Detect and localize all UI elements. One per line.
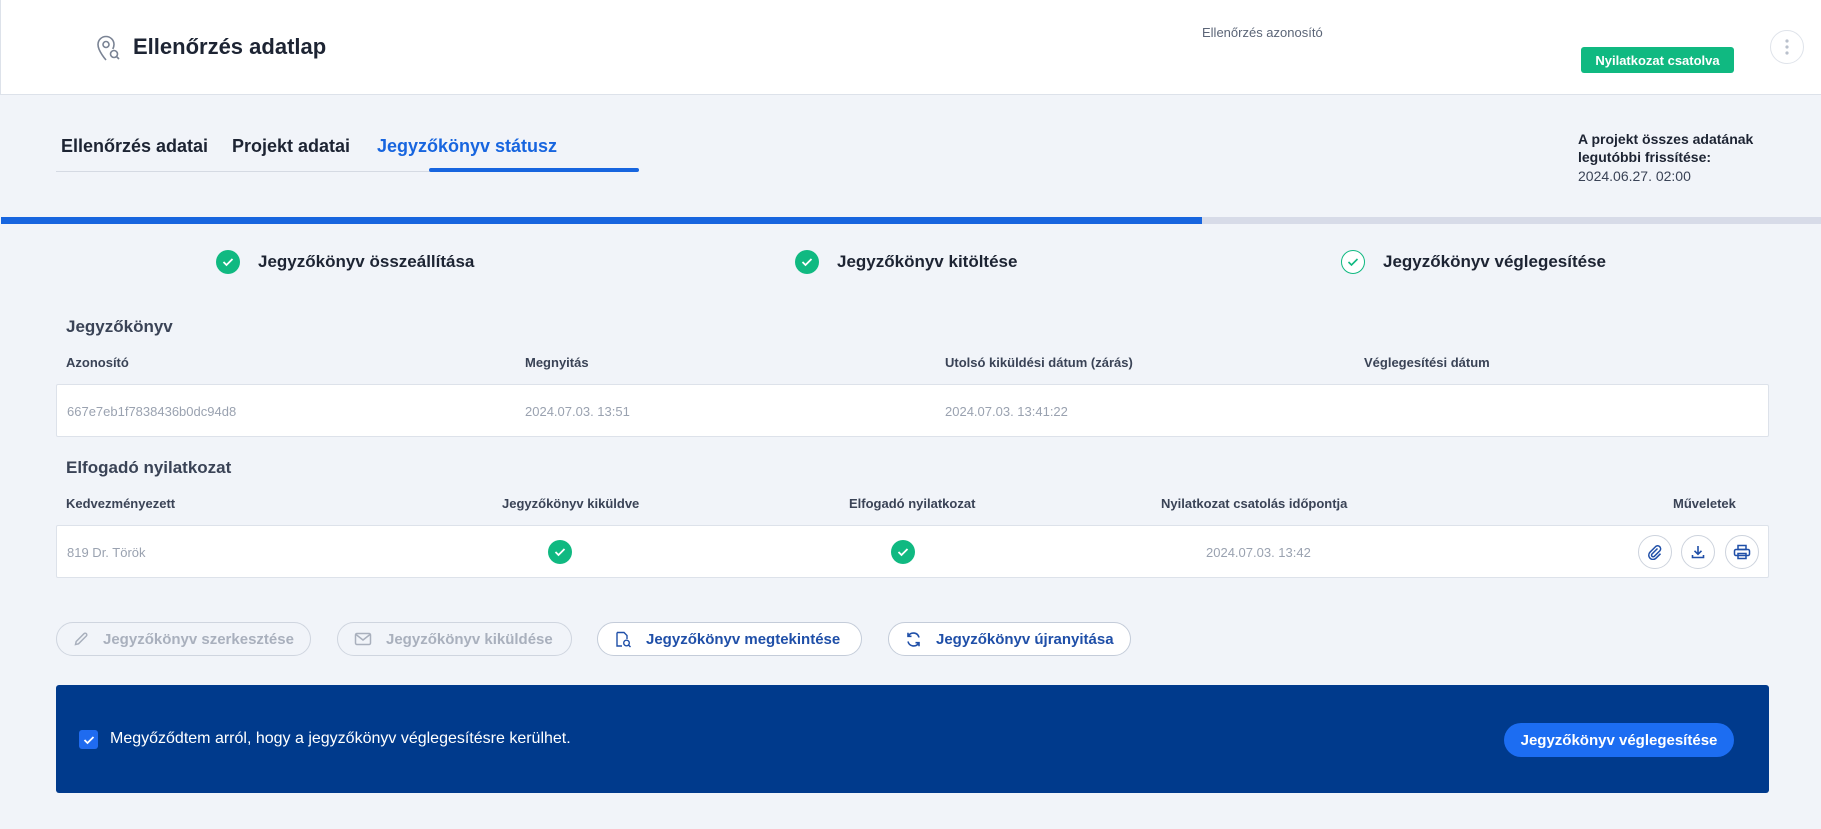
step-label: Jegyzőkönyv kitöltése bbox=[837, 252, 1018, 271]
protocol-section-title: Jegyzőkönyv bbox=[66, 317, 173, 336]
last-refresh-value: 2024.06.27. 02:00 bbox=[1578, 168, 1691, 184]
edit-protocol-label: Jegyzőkönyv szerkesztése bbox=[103, 630, 294, 648]
last-refresh-info: A projekt összes adatának legutóbbi fris… bbox=[1578, 130, 1778, 185]
more-menu-button[interactable] bbox=[1770, 30, 1804, 64]
check-circle-icon bbox=[548, 540, 572, 564]
progress-bar bbox=[1, 217, 1821, 224]
print-button[interactable] bbox=[1725, 535, 1759, 569]
col-header-accepted: Elfogadó nyilatkozat bbox=[849, 496, 976, 511]
document-view-icon bbox=[616, 631, 631, 647]
cell-opened: 2024.07.03. 13:51 bbox=[525, 404, 630, 419]
app-header: Ellenőrzés adatlap Ellenőrzés azonosító … bbox=[0, 0, 1821, 95]
edit-protocol-button[interactable]: Jegyzőkönyv szerkesztése bbox=[56, 622, 311, 656]
progress-fill bbox=[1, 217, 1203, 224]
finalize-confirmation-bar: Megyőződtem arról, hogy a jegyzőkönyv vé… bbox=[56, 685, 1769, 793]
status-badge: Nyilatkozat csatolva bbox=[1581, 47, 1734, 73]
cell-last-sent: 2024.07.03. 13:41:22 bbox=[945, 404, 1068, 419]
acceptance-section-title: Elfogadó nyilatkozat bbox=[66, 458, 232, 477]
step-fill: Jegyzőkönyv kitöltése bbox=[795, 250, 1017, 274]
step-label: Jegyzőkönyv összeállítása bbox=[258, 252, 475, 271]
inspection-id-label: Ellenőrzés azonosító bbox=[1202, 25, 1323, 40]
refresh-icon bbox=[907, 631, 920, 647]
col-header-beneficiary: Kedvezményezett bbox=[66, 496, 176, 511]
cell-id: 667e7eb1f7838436b0dc94d8 bbox=[67, 404, 237, 419]
step-finalize: Jegyzőkönyv véglegesítése bbox=[1341, 250, 1606, 274]
kebab-icon bbox=[1785, 39, 1789, 55]
table-row: 819 Dr. Török 2024.07.03. 13:42 bbox=[56, 525, 1769, 578]
tab-protocol-status[interactable]: Jegyzőkönyv státusz bbox=[377, 136, 557, 157]
cell-beneficiary: 819 Dr. Török bbox=[67, 545, 146, 560]
send-protocol-button[interactable]: Jegyzőkönyv kiküldése bbox=[337, 622, 572, 656]
col-header-last-sent: Utolsó kiküldési dátum (zárás) bbox=[945, 355, 1133, 370]
download-button[interactable] bbox=[1681, 535, 1715, 569]
pencil-icon bbox=[74, 632, 88, 646]
attach-button[interactable] bbox=[1638, 535, 1672, 569]
col-header-attached-at: Nyilatkozat csatolás időpontja bbox=[1161, 496, 1348, 511]
col-header-sent: Jegyzőkönyv kiküldve bbox=[502, 496, 640, 511]
last-refresh-label: A projekt összes adatának legutóbbi fris… bbox=[1578, 131, 1754, 165]
check-circle-icon bbox=[216, 250, 240, 274]
step-label: Jegyzőkönyv véglegesítése bbox=[1383, 252, 1607, 271]
checkmark-icon bbox=[83, 735, 94, 744]
finalize-protocol-button[interactable]: Jegyzőkönyv véglegesítése bbox=[1504, 723, 1734, 757]
envelope-icon bbox=[354, 632, 372, 646]
tab-bar: Ellenőrzés adatai Projekt adatai Jegyzők… bbox=[56, 120, 639, 172]
col-header-opened: Megnyitás bbox=[525, 355, 589, 370]
check-circle-icon bbox=[795, 250, 819, 274]
page-title: Ellenőrzés adatlap bbox=[133, 34, 327, 59]
cell-attached-at: 2024.07.03. 13:42 bbox=[1206, 545, 1311, 560]
reopen-protocol-button[interactable]: Jegyzőkönyv újranyitása bbox=[888, 622, 1131, 656]
step-compose: Jegyzőkönyv összeállítása bbox=[216, 250, 474, 274]
col-header-id: Azonosító bbox=[66, 355, 129, 370]
check-circle-icon bbox=[891, 540, 915, 564]
view-protocol-label: Jegyzőkönyv megtekintése bbox=[646, 630, 841, 648]
paperclip-icon bbox=[1648, 545, 1662, 560]
tab-inspection-data[interactable]: Ellenőrzés adatai bbox=[61, 136, 208, 157]
active-tab-indicator bbox=[429, 168, 639, 172]
printer-icon bbox=[1733, 544, 1751, 560]
confirm-checkbox[interactable] bbox=[79, 730, 98, 749]
send-protocol-label: Jegyzőkönyv kiküldése bbox=[386, 630, 553, 648]
col-header-actions: Műveletek bbox=[1673, 496, 1736, 511]
col-header-finalized: Véglegesítési dátum bbox=[1364, 355, 1490, 370]
tab-project-data[interactable]: Projekt adatai bbox=[232, 136, 350, 157]
view-protocol-button[interactable]: Jegyzőkönyv megtekintése bbox=[597, 622, 862, 656]
confirm-text: Megyőződtem arról, hogy a jegyzőkönyv vé… bbox=[110, 730, 571, 747]
table-row: 667e7eb1f7838436b0dc94d8 2024.07.03. 13:… bbox=[56, 384, 1769, 437]
check-circle-outline-icon bbox=[1341, 250, 1365, 274]
download-icon bbox=[1691, 546, 1705, 559]
location-search-icon bbox=[97, 35, 120, 61]
reopen-protocol-label: Jegyzőkönyv újranyitása bbox=[936, 630, 1114, 648]
